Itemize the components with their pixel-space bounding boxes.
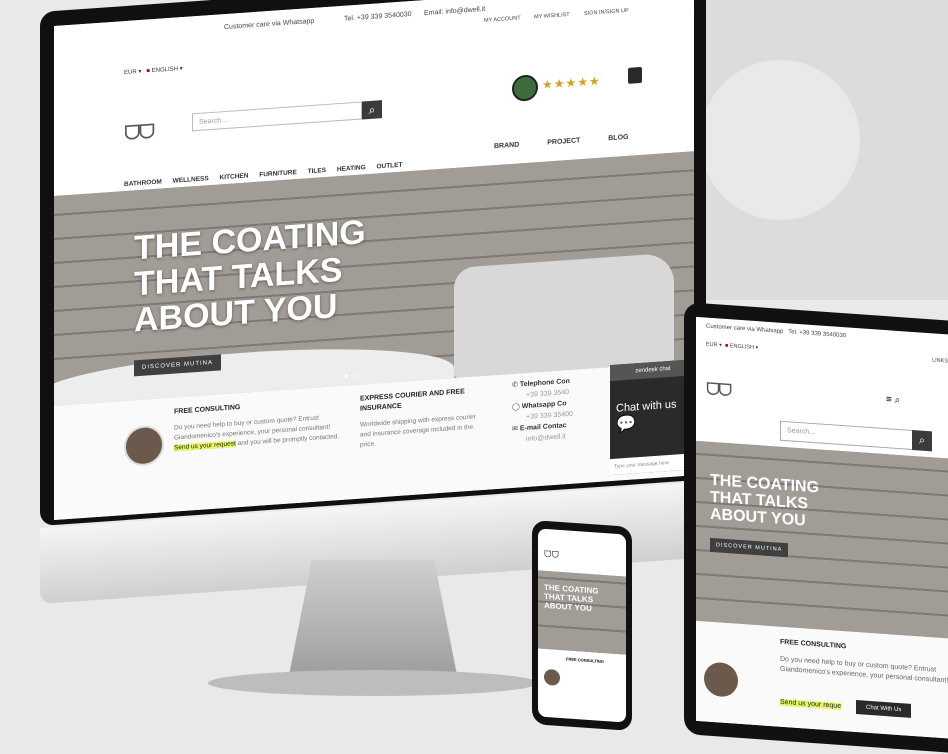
search-input[interactable]: Search... <box>192 101 362 132</box>
phone-logo[interactable]: ᗜᗜ <box>544 549 559 561</box>
phone-consulting-title: FREE CONSULTING <box>566 656 604 665</box>
whatsapp-icon: ◯ <box>512 403 520 411</box>
tablet-hero-title: THE COATING THAT TALKS ABOUT YOU <box>710 471 820 530</box>
whatsapp-link[interactable]: Customer care via Whatsapp <box>224 18 314 31</box>
tablet-search-button[interactable]: ⌕ <box>912 429 932 452</box>
nav-outlet[interactable]: OUTLET <box>376 162 402 171</box>
tablet-consulting-text: Do you need help to buy or custom quote?… <box>780 655 948 685</box>
nav-tiles[interactable]: TILES <box>308 167 326 175</box>
monitor-base <box>208 670 538 696</box>
desktop-screen: Customer care via Whatsapp Tel. +39 339 … <box>54 0 694 521</box>
secondary-nav: BRAND PROJECT BLOG <box>494 132 654 150</box>
tablet-search-input[interactable]: Search... <box>780 420 918 451</box>
send-request-link[interactable]: Send us your request <box>174 440 236 452</box>
search-button[interactable]: ⌕ <box>362 100 382 120</box>
courier-title: EXPRESS COURIER AND FREE INSURANCE <box>360 388 465 413</box>
chat-widget[interactable]: zendesk chat Chat with us 💬 Type your me… <box>610 359 694 476</box>
hero-rocks-image <box>454 252 674 379</box>
contacts-block: ✆ Telephone Con +39 339 3540 ◯ Whatsapp … <box>512 377 573 443</box>
flag-icon: ■ <box>724 342 729 350</box>
nav-project[interactable]: PROJECT <box>547 137 580 146</box>
search-icon: ⌕ <box>368 102 376 117</box>
trust-badge-icon <box>512 74 538 102</box>
wishlist-link[interactable]: MY WISHLIST <box>534 12 570 20</box>
tablet-mockup: Customer care via Whatsapp Tel. +39 339 … <box>684 302 948 754</box>
consultant-avatar <box>704 661 738 698</box>
phone-icon: ✆ <box>512 381 518 389</box>
nav-heating[interactable]: HEATING <box>337 164 366 173</box>
nav-kitchen[interactable]: KITCHEN <box>220 172 249 181</box>
email-link[interactable]: Email: info@dwell.it <box>424 6 485 17</box>
nav-furniture[interactable]: FURNITURE <box>259 169 297 179</box>
nav-wellness[interactable]: WELLNESS <box>173 175 209 185</box>
consultant-avatar <box>124 424 164 468</box>
currency-selector[interactable]: EUR ▾ ■ ENGLISH ▾ <box>124 65 183 76</box>
phone-mockup: ᗜᗜ THE COATING THAT TALKS ABOUT YOU FREE… <box>532 520 632 731</box>
flag-icon: ■ <box>146 68 150 75</box>
nav-blog[interactable]: BLOG <box>608 134 628 142</box>
tablet-screen: Customer care via Whatsapp Tel. +39 339 … <box>696 316 948 740</box>
cart-icon[interactable] <box>628 66 642 84</box>
tablet-hero: THE COATING THAT TALKS ABOUT YOU DISCOVE… <box>696 440 948 640</box>
monitor-stand <box>288 560 458 680</box>
site-logo[interactable]: ᗜᗜ <box>124 121 153 146</box>
hero-title: THE COATING THAT TALKS ABOUT YOU <box>134 213 366 340</box>
tablet-consulting-title: FREE CONSULTING <box>780 638 847 651</box>
menu-icon[interactable]: ≡ ⌕ <box>886 394 900 406</box>
tel-link[interactable]: Tel. +39 339 3540030 <box>344 11 412 23</box>
phone-screen: ᗜᗜ THE COATING THAT TALKS ABOUT YOU FREE… <box>538 528 626 723</box>
my-account-link[interactable]: MY ACCOUNT <box>484 15 521 24</box>
courier-block: EXPRESS COURIER AND FREE INSURANCE World… <box>360 386 480 450</box>
search-icon: ⌕ <box>918 434 926 447</box>
phone-hero: THE COATING THAT TALKS ABOUT YOU <box>538 570 626 655</box>
consultant-avatar <box>544 668 560 686</box>
tablet-info: FREE CONSULTING Do you need help to buy … <box>696 620 948 740</box>
mail-icon: ✉ <box>512 425 518 433</box>
phone-hero-title: THE COATING THAT TALKS ABOUT YOU <box>544 582 599 614</box>
tablet-send-request-link[interactable]: Send us your reque <box>780 698 842 710</box>
nav-brand[interactable]: BRAND <box>494 141 519 150</box>
rating-stars: ★★★★★ <box>542 73 601 92</box>
carousel-dots[interactable]: ● ○ ○ <box>344 370 363 380</box>
consulting-block: FREE CONSULTING Do you need help to buy … <box>174 396 344 454</box>
tablet-chat-button[interactable]: Chat With Us <box>856 700 912 718</box>
chat-bubble-icon: 💬 <box>616 415 636 434</box>
tablet-logo[interactable]: ᗜᗜ <box>706 380 730 402</box>
courier-text: Worldwide shipping with express courier … <box>360 413 476 449</box>
chat-label[interactable]: Chat with us <box>616 398 677 414</box>
nav-bathroom[interactable]: BATHROOM <box>124 178 162 188</box>
